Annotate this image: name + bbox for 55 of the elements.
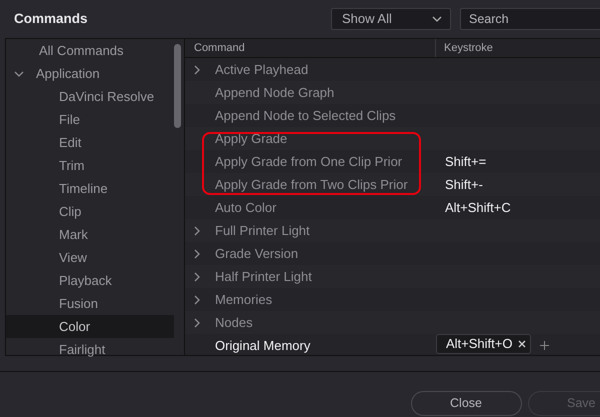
command-name: Append Node Graph	[215, 84, 334, 102]
expand-chevron-icon[interactable]	[193, 248, 201, 258]
command-name: Append Node to Selected Clips	[215, 107, 396, 125]
table-row[interactable]: Active Playhead	[185, 58, 600, 81]
shortcut-text: Alt+Shift+C	[444, 199, 511, 217]
command-name: Memories	[215, 291, 272, 309]
sidebar-item[interactable]: File	[6, 108, 174, 131]
caret-icon	[432, 16, 442, 22]
command-name: Original Memory	[215, 337, 310, 355]
command-name: Active Playhead	[215, 61, 308, 79]
collapse-chevron-icon[interactable]	[14, 68, 24, 78]
filter-dropdown[interactable]: Show All	[331, 8, 451, 30]
table-row[interactable]: Append Node to Selected Clips	[185, 104, 600, 127]
command-name: Auto Color	[215, 199, 276, 217]
column-header[interactable]: Keystroke	[435, 39, 600, 57]
table-row[interactable]: Original Memory Alt+Shift+O	[185, 334, 600, 357]
close-icon[interactable]	[518, 340, 526, 348]
table-row[interactable]: Grade Version	[185, 242, 600, 265]
column-header[interactable]: Command	[185, 39, 435, 57]
shortcut-text: Shift+-	[444, 176, 483, 194]
sidebar-item[interactable]: Clip	[6, 200, 174, 223]
search-field[interactable]: Search	[460, 8, 600, 30]
shortcut-field[interactable]: Alt+Shift+O	[436, 334, 532, 354]
expand-chevron-icon[interactable]	[193, 64, 201, 74]
sidebar-item[interactable]: View	[6, 246, 174, 269]
sidebar-item[interactable]: Trim	[6, 154, 174, 177]
sidebar-item[interactable]: Color	[6, 315, 174, 338]
command-name: Apply Grade from One Clip Prior	[215, 153, 402, 171]
sidebar-item[interactable]: Timeline	[6, 177, 174, 200]
sidebar-item[interactable]: All Commands	[6, 39, 174, 62]
command-name: Grade Version	[215, 245, 298, 263]
sidebar-item[interactable]: Edit	[6, 131, 174, 154]
expand-chevron-icon[interactable]	[193, 294, 201, 304]
sidebar-item[interactable]: Mark	[6, 223, 174, 246]
scrollbar-thumb[interactable]	[174, 44, 181, 128]
expand-chevron-icon[interactable]	[193, 272, 201, 282]
dialog-button[interactable]: Close	[410, 391, 522, 416]
sidebar-item[interactable]: Application	[6, 62, 174, 85]
sidebar-item[interactable]: Fairlight	[6, 338, 174, 361]
table-row[interactable]: Auto Color Alt+Shift+C	[185, 196, 600, 219]
dialog-title: Commands	[14, 10, 89, 28]
expand-chevron-icon[interactable]	[193, 226, 201, 236]
command-name: Nodes	[215, 314, 253, 332]
table-row[interactable]: Apply Grade from One Clip Prior Shift+=	[185, 150, 600, 173]
sidebar-item[interactable]: DaVinci Resolve	[6, 85, 174, 108]
add-icon[interactable]	[540, 341, 550, 350]
sidebar-item[interactable]: Fusion	[6, 292, 174, 315]
expand-chevron-icon[interactable]	[193, 318, 201, 328]
command-name: Apply Grade	[215, 130, 288, 148]
command-name: Apply Grade from Two Clips Prior	[215, 176, 408, 194]
shortcut-text: Shift+=	[444, 153, 486, 171]
sidebar-item[interactable]: Playback	[6, 269, 174, 292]
table-row[interactable]: Memories	[185, 288, 600, 311]
command-name: Half Printer Light	[215, 268, 312, 286]
command-name: Full Printer Light	[215, 222, 310, 240]
